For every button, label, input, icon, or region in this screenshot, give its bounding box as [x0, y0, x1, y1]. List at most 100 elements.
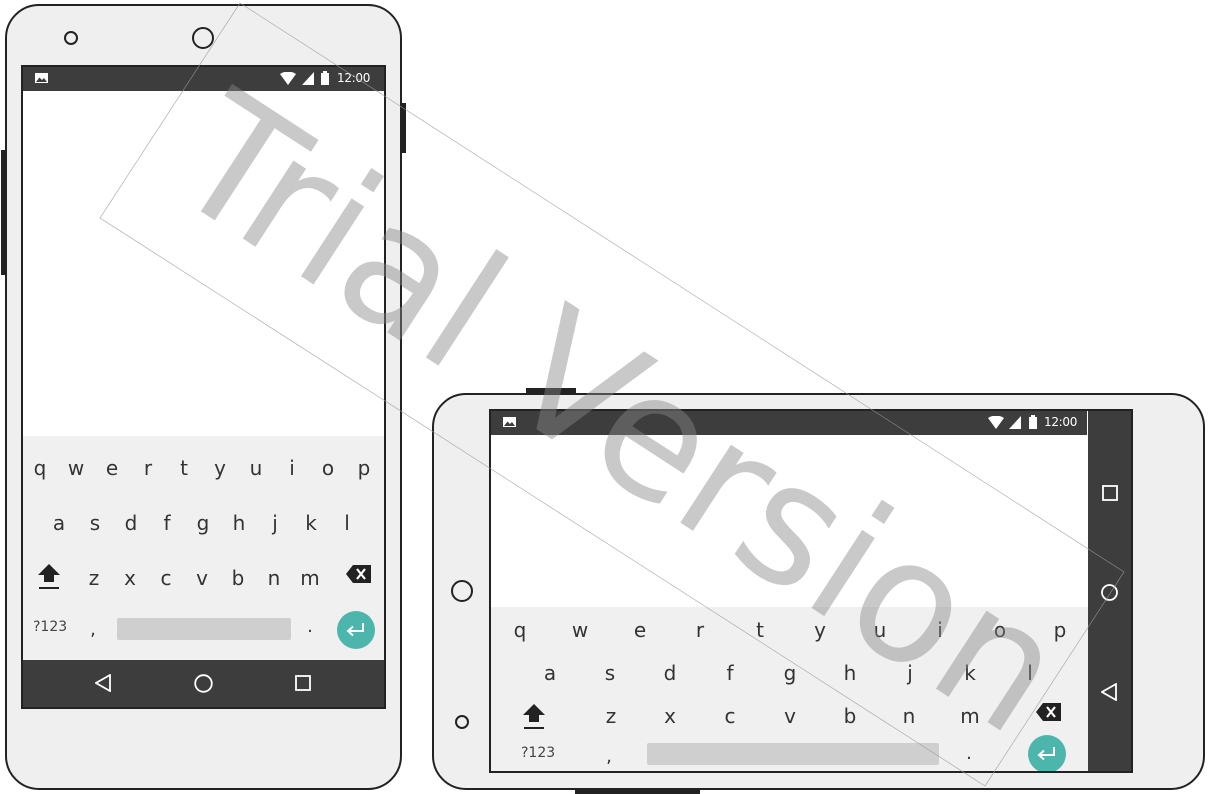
status-time: 12:00 — [337, 71, 371, 85]
key-y[interactable]: y — [808, 619, 832, 641]
shift-icon[interactable] — [37, 562, 61, 590]
key-x[interactable]: x — [658, 705, 682, 727]
key-c[interactable]: c — [154, 567, 178, 589]
home-icon[interactable] — [194, 674, 213, 693]
portrait-nav-bar — [23, 660, 384, 707]
key-k[interactable]: k — [299, 512, 323, 534]
portrait-status-bar: 12:00 — [23, 67, 384, 91]
enter-icon — [1037, 747, 1055, 761]
portrait-keyboard: q w e r t y u i o p a s d f g h j k l z … — [23, 436, 384, 660]
key-e[interactable]: e — [100, 457, 124, 479]
back-icon[interactable] — [1101, 683, 1117, 701]
key-f[interactable]: f — [155, 512, 179, 534]
signal-icon — [302, 72, 314, 85]
battery-icon — [1029, 415, 1037, 429]
key-o[interactable]: o — [988, 619, 1012, 641]
key-b[interactable]: b — [226, 567, 250, 589]
portrait-power-button — [401, 103, 406, 153]
key-x[interactable]: x — [118, 567, 142, 589]
key-t[interactable]: t — [748, 619, 772, 641]
spacebar[interactable] — [117, 618, 291, 640]
wifi-icon — [280, 72, 296, 85]
home-icon[interactable] — [1100, 583, 1119, 602]
symbols-key[interactable]: ?123 — [33, 619, 67, 635]
key-l[interactable]: l — [1018, 662, 1042, 684]
period-key[interactable]: . — [957, 743, 981, 765]
key-m[interactable]: m — [298, 567, 322, 589]
key-u[interactable]: u — [868, 619, 892, 641]
symbols-key[interactable]: ?123 — [521, 745, 555, 761]
key-e[interactable]: e — [628, 619, 652, 641]
enter-button[interactable] — [337, 611, 375, 649]
key-w[interactable]: w — [64, 457, 88, 479]
key-q[interactable]: q — [508, 619, 532, 641]
portrait-volume-button — [1, 150, 6, 275]
recents-icon[interactable] — [295, 675, 311, 691]
key-n[interactable]: n — [897, 705, 921, 727]
landscape-status-bar: 12:00 — [491, 411, 1087, 435]
key-z[interactable]: z — [599, 705, 623, 727]
key-g[interactable]: g — [191, 512, 215, 534]
key-w[interactable]: w — [568, 619, 592, 641]
shift-icon[interactable] — [522, 702, 546, 730]
key-v[interactable]: v — [190, 567, 214, 589]
key-z[interactable]: z — [82, 567, 106, 589]
key-s[interactable]: s — [83, 512, 107, 534]
landscape-screen: 12:00 q w e r t y u i o p a s d f g h j … — [489, 409, 1133, 773]
key-s[interactable]: s — [598, 662, 622, 684]
key-r[interactable]: r — [688, 619, 712, 641]
key-b[interactable]: b — [838, 705, 862, 727]
back-icon[interactable] — [95, 674, 111, 692]
portrait-screen: 12:00 q w e r t y u i o p a s d f g h j … — [21, 65, 386, 709]
key-i[interactable]: i — [928, 619, 952, 641]
key-u[interactable]: u — [244, 457, 268, 479]
key-y[interactable]: y — [208, 457, 232, 479]
portrait-front-sensor — [64, 31, 78, 45]
key-j[interactable]: j — [898, 662, 922, 684]
status-time: 12:00 — [1044, 415, 1078, 429]
gallery-notification-icon — [503, 417, 516, 427]
key-a[interactable]: a — [538, 662, 562, 684]
battery-icon — [321, 71, 329, 85]
period-key[interactable]: . — [298, 616, 322, 638]
key-i[interactable]: i — [280, 457, 304, 479]
key-h[interactable]: h — [227, 512, 251, 534]
key-n[interactable]: n — [262, 567, 286, 589]
key-m[interactable]: m — [958, 705, 982, 727]
key-a[interactable]: a — [47, 512, 71, 534]
signal-icon — [1009, 416, 1021, 429]
key-r[interactable]: r — [136, 457, 160, 479]
key-j[interactable]: j — [263, 512, 287, 534]
backspace-icon[interactable] — [346, 565, 371, 583]
enter-icon — [346, 623, 364, 637]
key-d[interactable]: d — [119, 512, 143, 534]
wifi-icon — [988, 416, 1004, 429]
key-d[interactable]: d — [658, 662, 682, 684]
comma-key[interactable]: , — [597, 746, 621, 768]
landscape-nav-bar — [1088, 411, 1131, 771]
landscape-power-button — [526, 388, 576, 394]
key-f[interactable]: f — [718, 662, 742, 684]
landscape-keyboard: q w e r t y u i o p a s d f g h j k l z … — [491, 607, 1088, 771]
key-t[interactable]: t — [172, 457, 196, 479]
key-p[interactable]: p — [352, 457, 376, 479]
key-g[interactable]: g — [778, 662, 802, 684]
landscape-front-sensor — [455, 715, 469, 729]
landscape-volume-button — [575, 789, 700, 794]
landscape-front-camera — [451, 580, 473, 602]
key-c[interactable]: c — [718, 705, 742, 727]
spacebar[interactable] — [647, 743, 939, 765]
key-q[interactable]: q — [28, 457, 52, 479]
key-l[interactable]: l — [335, 512, 359, 534]
gallery-notification-icon — [35, 73, 48, 83]
backspace-icon[interactable] — [1036, 703, 1061, 721]
portrait-front-camera — [192, 27, 214, 49]
key-o[interactable]: o — [316, 457, 340, 479]
recents-icon[interactable] — [1102, 485, 1118, 501]
comma-key[interactable]: , — [81, 619, 105, 641]
key-v[interactable]: v — [778, 705, 802, 727]
key-h[interactable]: h — [838, 662, 862, 684]
enter-button[interactable] — [1028, 735, 1066, 771]
key-p[interactable]: p — [1048, 619, 1072, 641]
key-k[interactable]: k — [958, 662, 982, 684]
